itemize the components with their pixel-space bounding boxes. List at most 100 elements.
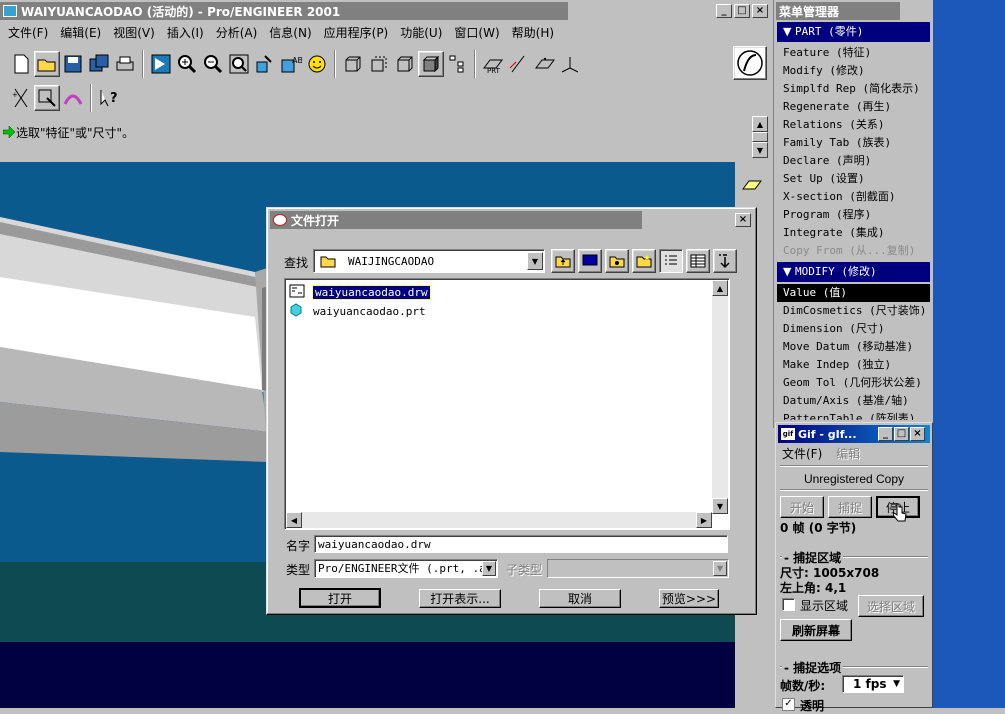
file-item-drw[interactable]: waiyuancaodao.drw [289, 283, 431, 301]
file-item-prt[interactable]: waiyuancaodao.prt [289, 302, 426, 320]
open-folder-icon[interactable] [34, 51, 60, 77]
scroll-up-icon[interactable]: ▲ [752, 116, 768, 132]
menu-item-dimcosmetics[interactable]: DimCosmetics (尺寸装饰) [777, 302, 930, 320]
start-button[interactable]: 开始 [780, 496, 824, 518]
datum-point-icon[interactable] [532, 51, 558, 77]
zoom-fit-icon[interactable] [226, 51, 252, 77]
menu-item-make-indep[interactable]: Make Indep (独立) [777, 356, 930, 374]
repaint-icon[interactable] [148, 51, 174, 77]
vscroll-down-icon[interactable]: ▼ [712, 498, 728, 514]
preview-button[interactable]: 预览>>> [659, 589, 719, 608]
list-view-icon[interactable] [659, 249, 683, 273]
dialog-close-icon[interactable]: × [735, 213, 751, 227]
gif-minimize-icon[interactable]: _ [878, 427, 893, 441]
menu-item-pattern-table[interactable]: PatternTable (阵列表) [777, 410, 930, 420]
gif-maximize-icon[interactable]: □ [894, 427, 909, 441]
file-list[interactable]: waiyuancaodao.drw waiyuancaodao.prt ▲ ▼ … [284, 278, 730, 530]
file-list-hscroll[interactable]: ◀ ▶ [286, 512, 712, 528]
coord-sys-icon[interactable] [558, 51, 584, 77]
part-menu-header[interactable]: ▼ PART (零件) [777, 22, 930, 42]
transparent-checkbox[interactable]: ✓ [782, 698, 795, 711]
refresh-screen-button[interactable]: 刷新屏幕 [780, 619, 852, 641]
wireframe-icon[interactable] [340, 51, 366, 77]
menu-item-x-section[interactable]: X-section (剖截面) [777, 188, 930, 206]
menu-item-move-datum[interactable]: Move Datum (移动基准) [777, 338, 930, 356]
menu-item-relations[interactable]: Relations (关系) [777, 116, 930, 134]
working-dir-icon[interactable] [605, 249, 629, 273]
show-region-checkbox[interactable] [782, 598, 795, 611]
new-folder-icon[interactable] [632, 249, 656, 273]
menu-item-dimension[interactable]: Dimension (尺寸) [777, 320, 930, 338]
fps-select[interactable]: 1 fps ▼ [842, 675, 904, 693]
filter-icon[interactable] [713, 249, 737, 273]
no-hidden-icon[interactable] [392, 51, 418, 77]
hscroll-left-icon[interactable]: ◀ [286, 512, 302, 528]
open-button[interactable]: 打开 [299, 588, 381, 608]
spin-center-icon[interactable] [60, 85, 86, 111]
menu-manager-titlebar[interactable]: 菜单管理器 [776, 2, 900, 20]
menu-item-simplfd-rep[interactable]: Simplfd Rep (简化表示) [777, 80, 930, 98]
select-region-button[interactable]: 选择区域 [858, 595, 924, 617]
menu-applications[interactable]: 应用程序(P) [318, 23, 395, 43]
close-icon[interactable]: × [752, 4, 768, 18]
modify-menu-header[interactable]: ▼ MODIFY (修改) [777, 262, 930, 282]
open-rep-button[interactable]: 打开表示... [419, 589, 501, 608]
vscroll-up-icon[interactable]: ▲ [712, 280, 728, 296]
menu-view[interactable]: 视图(V) [107, 23, 161, 43]
file-list-vscroll[interactable]: ▲ ▼ [712, 280, 728, 514]
menu-file[interactable]: 文件(F) [2, 23, 54, 43]
menu-utilities[interactable]: 功能(U) [394, 23, 448, 43]
model-tree-icon[interactable] [444, 51, 470, 77]
dimension-display-icon[interactable]: + [8, 85, 34, 111]
lookin-dropdown[interactable]: WAIJINGCAODAO ▼ [313, 249, 545, 273]
details-view-icon[interactable] [686, 249, 710, 273]
menu-help[interactable]: 帮助(H) [506, 23, 560, 43]
menu-item-regenerate[interactable]: Regenerate (再生) [777, 98, 930, 116]
gif-menu-edit[interactable]: 编辑 [836, 445, 860, 462]
hscroll-right-icon[interactable]: ▶ [696, 512, 712, 528]
main-titlebar[interactable]: WAIYUANCAODAO (活动的) - Pro/ENGINEER 2001 [0, 2, 568, 20]
menu-item-modify[interactable]: Modify (修改) [777, 62, 930, 80]
datum-plane-icon[interactable]: PRT [480, 51, 506, 77]
datum-axis-icon[interactable] [506, 51, 532, 77]
menu-edit[interactable]: 编辑(E) [54, 23, 107, 43]
desktop-icon[interactable] [578, 249, 602, 273]
view-list-icon[interactable]: AB [278, 51, 304, 77]
scroll-thumb[interactable] [752, 132, 768, 142]
minimize-icon[interactable]: _ [716, 4, 732, 18]
menu-item-feature[interactable]: Feature (特征) [777, 44, 930, 62]
menu-insert[interactable]: 插入(I) [161, 23, 210, 43]
hidden-line-icon[interactable] [366, 51, 392, 77]
scroll-down-icon[interactable]: ▼ [752, 142, 768, 158]
menu-window[interactable]: 窗口(W) [448, 23, 505, 43]
menu-item-value[interactable]: Value (值) [777, 284, 930, 302]
capture-button[interactable]: 捕捉 [828, 496, 872, 518]
select-box-icon[interactable] [34, 85, 60, 111]
shading-icon[interactable] [418, 51, 444, 77]
menu-item-geom-tol[interactable]: Geom Tol (几何形状公差) [777, 374, 930, 392]
cancel-button[interactable]: 取消 [539, 589, 621, 608]
save-icon[interactable] [60, 51, 86, 77]
type-dropdown-arrow-icon[interactable]: ▼ [482, 561, 496, 576]
zoom-out-icon[interactable] [200, 51, 226, 77]
menu-info[interactable]: 信息(N) [263, 23, 317, 43]
datum-plane-tool-icon[interactable] [739, 172, 765, 198]
name-input[interactable]: waiyuancaodao.drw [314, 535, 728, 553]
context-help-icon[interactable]: ? [96, 85, 122, 111]
menu-item-set-up[interactable]: Set Up (设置) [777, 170, 930, 188]
menu-item-datum-axis[interactable]: Datum/Axis (基准/轴) [777, 392, 930, 410]
up-folder-icon[interactable] [551, 249, 575, 273]
menu-item-program[interactable]: Program (程序) [777, 206, 930, 224]
new-file-icon[interactable] [8, 51, 34, 77]
menu-analysis[interactable]: 分析(A) [210, 23, 264, 43]
save-copy-icon[interactable] [86, 51, 112, 77]
smiley-icon[interactable] [304, 51, 330, 77]
menu-item-integrate[interactable]: Integrate (集成) [777, 224, 930, 242]
maximize-icon[interactable]: □ [734, 4, 750, 18]
dialog-titlebar[interactable]: 文件打开 [270, 211, 642, 229]
gif-menu-file[interactable]: 文件(F) [782, 445, 822, 462]
zoom-in-icon[interactable] [174, 51, 200, 77]
menu-item-declare[interactable]: Declare (声明) [777, 152, 930, 170]
gif-close-icon[interactable]: × [910, 427, 925, 441]
orient-icon[interactable] [252, 51, 278, 77]
